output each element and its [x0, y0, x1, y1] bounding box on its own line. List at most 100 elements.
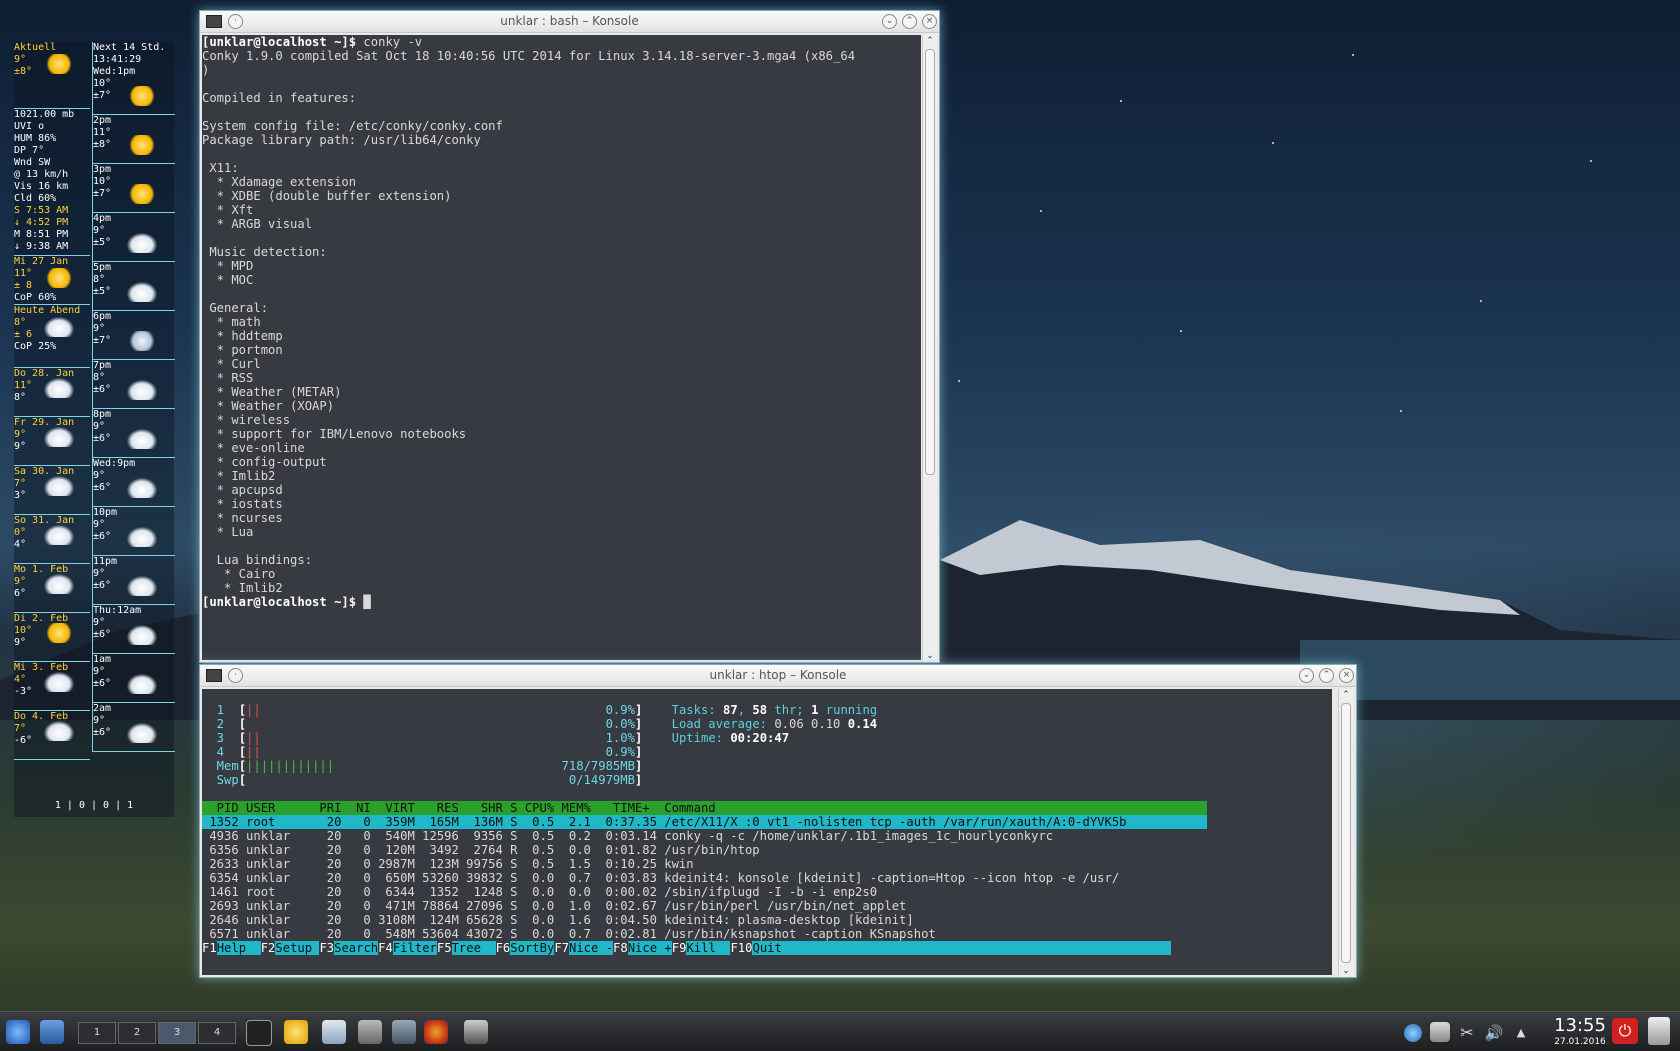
- terminal-text: Uptime:: [642, 731, 731, 745]
- minimize-icon[interactable]: ⌄: [882, 14, 897, 29]
- kde-menu-icon[interactable]: [6, 1020, 30, 1044]
- terminal-line: 1352 root 20 0 359M 165M 136M S 0.5 2.1 …: [202, 815, 1332, 829]
- terminal-line: * Weather (XOAP): [202, 399, 921, 413]
- maximize-icon[interactable]: ⌃: [902, 14, 917, 29]
- terminal-line: 1 [|| 0.9%] Tasks: 87, 58 thr; 1 running: [202, 703, 1332, 717]
- terminal-line: * RSS: [202, 371, 921, 385]
- terminal-text: ||||||||||||: [246, 759, 335, 773]
- terminal-text: F5: [436, 941, 452, 955]
- terminal-text: * ARGB visual: [202, 217, 313, 231]
- weather-cloud-icon: [127, 527, 157, 547]
- terminal-line: * wireless: [202, 413, 921, 427]
- terminal-text: 1461 root 20 0 6344 1352 1248 S 0.0 0.0 …: [202, 885, 878, 899]
- konsole-htop-window[interactable]: · unklar : htop – Konsole ⌄ ⌃ × 1 [|| 0.…: [199, 664, 1357, 978]
- klipper-icon[interactable]: ✂: [1458, 1024, 1476, 1042]
- terminal-text: 1.0%: [260, 731, 635, 745]
- tools-icon[interactable]: [358, 1020, 382, 1044]
- conky-line: 2am: [93, 703, 112, 714]
- terminal-text: ||: [246, 731, 261, 745]
- terminal-text: 6356 unklar 20 0 120M 3492 2764 R 0.5 0.…: [202, 843, 760, 857]
- terminal-text: * RSS: [202, 371, 254, 385]
- terminal-text: * Xft: [202, 203, 254, 217]
- titlebar[interactable]: · unklar : htop – Konsole ⌄ ⌃ ×: [200, 665, 1356, 687]
- titlebar[interactable]: · unklar : bash – Konsole ⌄ ⌃ ×: [200, 11, 939, 33]
- terminal-text: SortBy: [510, 941, 555, 955]
- conky-line: UVI o: [14, 121, 45, 132]
- terminal-text: * Imlib2: [202, 581, 283, 595]
- weather-cloud-icon: [127, 233, 157, 253]
- konsole-bash-window[interactable]: · unklar : bash – Konsole ⌄ ⌃ × [unklar@…: [199, 10, 940, 663]
- scroll-down-icon[interactable]: ⌄: [923, 650, 937, 662]
- terminal-line: ): [202, 63, 921, 77]
- terminal-text: * math: [202, 315, 261, 329]
- trash-icon[interactable]: [1648, 1017, 1670, 1045]
- terminal-text: 1352 root 20 0 359M 165M 136M S 0.5 2.1 …: [202, 815, 1208, 829]
- terminal-text: 2633 unklar 20 0 2987M 123M 99756 S 0.5 …: [202, 857, 694, 871]
- close-icon[interactable]: ×: [922, 14, 937, 29]
- settings-icon[interactable]: [392, 1020, 416, 1044]
- terminal-text: General:: [202, 301, 269, 315]
- scrollbar[interactable]: ⌃ ⌄: [1338, 689, 1353, 977]
- terminal-line: * math: [202, 315, 921, 329]
- terminal-text: ||: [246, 703, 261, 717]
- notes-icon[interactable]: [322, 1020, 346, 1044]
- htop-output[interactable]: 1 [|| 0.9%] Tasks: 87, 58 thr; 1 running…: [202, 689, 1332, 975]
- terminal-text: 87: [723, 703, 738, 717]
- pager-desktop-1[interactable]: 1: [78, 1022, 116, 1044]
- pager-desktop-4[interactable]: 4: [198, 1022, 236, 1044]
- conky-block: Mi 27 Jan 11° ± 8 CoP 60%: [14, 256, 90, 305]
- terminal-text: ): [202, 63, 210, 77]
- star: [1180, 330, 1182, 332]
- scroll-up-icon[interactable]: ⌃: [923, 35, 937, 47]
- star: [1480, 300, 1482, 302]
- network-icon[interactable]: [1404, 1024, 1422, 1042]
- terminal-line: * ARGB visual: [202, 217, 921, 231]
- scroll-thumb[interactable]: [925, 49, 935, 475]
- terminal-text: * wireless: [202, 413, 291, 427]
- terminal-line: 6356 unklar 20 0 120M 3492 2764 R 0.5 0.…: [202, 843, 1332, 857]
- scroll-down-icon[interactable]: ⌄: [1339, 965, 1353, 977]
- terminal-text: F9: [671, 941, 687, 955]
- minimize-icon[interactable]: ⌄: [1299, 668, 1314, 683]
- conky-block: Thu:12am 9° ±6°: [93, 605, 175, 654]
- maximize-icon[interactable]: ⌃: [1319, 668, 1334, 683]
- pager-desktop-3[interactable]: 3: [158, 1022, 196, 1044]
- weather-sun-icon: [44, 54, 74, 74]
- terminal-line: * Imlib2: [202, 469, 921, 483]
- show-desktop-icon[interactable]: [40, 1020, 64, 1044]
- terminal-text: Compiled in features:: [202, 91, 357, 105]
- conky-line: Cld 60%: [14, 193, 57, 204]
- firefox-icon[interactable]: [424, 1020, 448, 1044]
- conky-block: 7pm 8° ±6°: [93, 360, 175, 409]
- weather-cloud-icon: [44, 378, 74, 398]
- star: [1120, 100, 1122, 102]
- scroll-up-icon[interactable]: ⌃: [1339, 689, 1353, 701]
- weather-cloud-icon: [127, 282, 157, 302]
- conky-block: 6pm 9° ±7°: [93, 311, 175, 360]
- terminal-text: * Curl: [202, 357, 261, 371]
- volume-icon[interactable]: 🔊: [1484, 1024, 1504, 1042]
- terminal-line: Compiled in features:: [202, 91, 921, 105]
- conky-line: Mi 27 Jan: [14, 256, 69, 267]
- smiley-icon[interactable]: [284, 1020, 308, 1044]
- weather-cloud-icon: [44, 672, 74, 692]
- terminal-text: 6354 unklar 20 0 650M 53260 39832 S 0.0 …: [202, 871, 1120, 885]
- terminal-line: [unklar@localhost ~]$ conky -v: [202, 35, 921, 49]
- terminal-output[interactable]: [unklar@localhost ~]$ conky -v Conky 1.9.…: [202, 35, 921, 660]
- terminal-line: * ncurses: [202, 511, 921, 525]
- scroll-thumb[interactable]: [1341, 703, 1351, 963]
- conky-block: Mi 3. Feb 4° -3°: [14, 662, 90, 711]
- pager-desktop-2[interactable]: 2: [118, 1022, 156, 1044]
- terminal-text: 0.9%: [260, 703, 635, 717]
- terminal-text: * eve-online: [202, 441, 305, 455]
- konsole-icon[interactable]: [246, 1020, 272, 1046]
- ksnapshot-icon[interactable]: [464, 1020, 488, 1044]
- scrollbar[interactable]: ⌃ ⌄: [922, 35, 937, 662]
- terminal-text: F7: [554, 941, 569, 955]
- digital-clock[interactable]: 13:55 27.01.2016: [1540, 1016, 1620, 1048]
- expand-arrow-icon[interactable]: ▲: [1514, 1024, 1528, 1042]
- close-icon[interactable]: ×: [1339, 668, 1354, 683]
- wifi-icon[interactable]: [1430, 1022, 1450, 1042]
- terminal-line: 4 [|| 0.9%]: [202, 745, 1332, 759]
